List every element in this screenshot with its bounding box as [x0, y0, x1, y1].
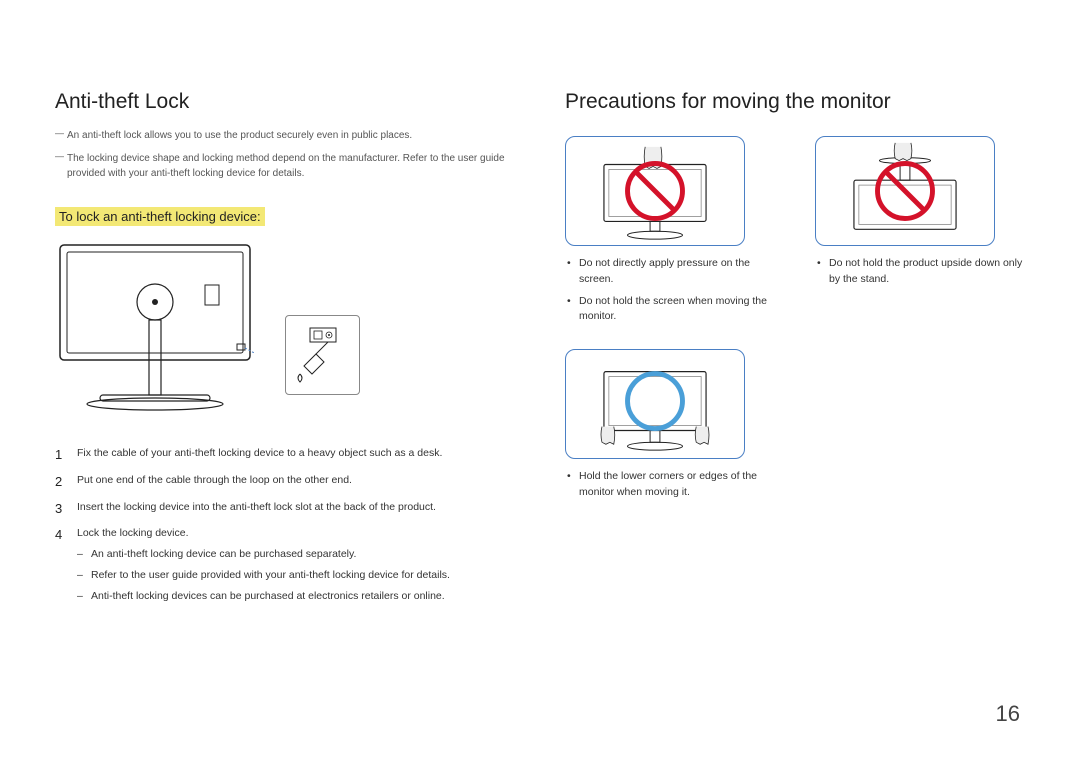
bullet-press-screen: Do not directly apply pressure on the sc… [565, 256, 775, 288]
bullet-upside-down: Do not hold the product upside down only… [815, 256, 1025, 288]
illus-upside-down [815, 136, 995, 246]
page-number: 16 [996, 701, 1020, 727]
note-2: The locking device shape and locking met… [55, 151, 515, 181]
lock-slot-diagram [285, 315, 360, 395]
left-column: Anti-theft Lock An anti-theft lock allow… [55, 90, 515, 615]
right-column: Precautions for moving the monitor Do [565, 90, 1025, 615]
precaution-row-1: Do not directly apply pressure on the sc… [565, 128, 1025, 331]
steps-list: Fix the cable of your anti-theft locking… [55, 445, 515, 605]
monitor-back-diagram [55, 240, 255, 415]
step-4-sub-b: Refer to the user guide provided with yo… [77, 567, 515, 584]
note-1: An anti-theft lock allows you to use the… [55, 128, 515, 143]
step-4: Lock the locking device. An anti-theft l… [55, 525, 515, 604]
heading-anti-theft: Anti-theft Lock [55, 90, 515, 114]
step-4-sub-c: Anti-theft locking devices can be purcha… [77, 588, 515, 605]
step-2: Put one end of the cable through the loo… [55, 472, 515, 489]
illus-hold-corners [565, 349, 745, 459]
heading-precautions: Precautions for moving the monitor [565, 90, 1025, 114]
step-1: Fix the cable of your anti-theft locking… [55, 445, 515, 462]
step-4-text: Lock the locking device. [77, 527, 188, 539]
precaution-row-2: Hold the lower corners or edges of the m… [565, 341, 1025, 507]
illus-press-screen [565, 136, 745, 246]
bullet-hold-screen: Do not hold the screen when moving the m… [565, 294, 775, 326]
step-3: Insert the locking device into the anti-… [55, 499, 515, 516]
diagram-row [55, 240, 515, 415]
subheading-lock: To lock an anti-theft locking device: [55, 207, 265, 226]
step-4-sub-a: An anti-theft locking device can be purc… [77, 546, 515, 563]
bullet-hold-corners: Hold the lower corners or edges of the m… [565, 469, 775, 501]
